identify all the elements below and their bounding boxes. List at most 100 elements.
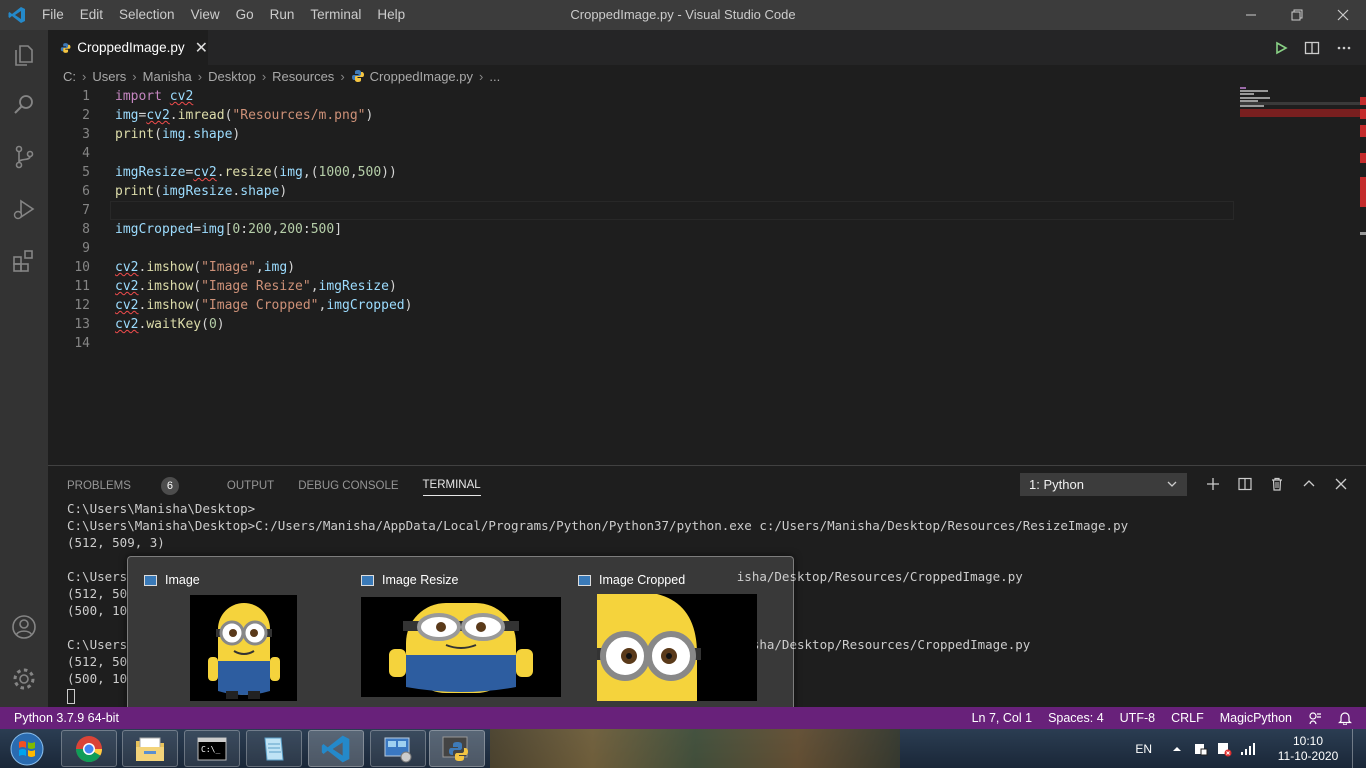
- tab-problems[interactable]: PROBLEMS 6: [67, 476, 203, 495]
- tab-close-icon[interactable]: ✕: [195, 38, 208, 58]
- breadcrumb-item[interactable]: Manisha: [143, 69, 192, 84]
- code-line[interactable]: 2 img=cv2.imread("Resources/m.png"): [48, 106, 1238, 125]
- extensions-icon[interactable]: [0, 237, 48, 285]
- code-line[interactable]: 12 cv2.imshow("Image Cropped",imgCropped): [48, 296, 1238, 315]
- new-terminal-icon[interactable]: [1203, 474, 1222, 493]
- language-mode[interactable]: MagicPython: [1220, 711, 1292, 725]
- menu-edit[interactable]: Edit: [72, 0, 111, 30]
- indentation[interactable]: Spaces: 4: [1048, 711, 1104, 725]
- breadcrumb-item[interactable]: C:: [63, 69, 76, 84]
- close-panel-icon[interactable]: [1331, 474, 1350, 493]
- overview-ruler[interactable]: [1360, 97, 1366, 242]
- feedback-icon[interactable]: [1308, 711, 1322, 725]
- thumbnail-image-cropped[interactable]: Image Cropped: [578, 557, 778, 717]
- files-icon[interactable]: [0, 30, 48, 78]
- window-icon: [361, 574, 374, 586]
- show-desktop-button[interactable]: [1352, 729, 1366, 768]
- code-line[interactable]: 1 import cv2: [48, 87, 1238, 106]
- code-editor[interactable]: 1 import cv2 2 img=cv2.imread("Resources/m.…: [48, 87, 1366, 465]
- code-line[interactable]: 7: [48, 201, 1238, 220]
- code-line[interactable]: 10 cv2.imshow("Image",img): [48, 258, 1238, 277]
- menu-selection[interactable]: Selection: [111, 0, 183, 30]
- menu-run[interactable]: Run: [262, 0, 303, 30]
- trash-icon[interactable]: [1267, 474, 1286, 493]
- minion-image-icon: [190, 595, 297, 701]
- editor-tabs-bar: CroppedImage.py ✕: [48, 30, 1366, 65]
- tab-terminal[interactable]: TERMINAL: [422, 479, 481, 496]
- code-line[interactable]: 13 cv2.waitKey(0): [48, 315, 1238, 334]
- thumbnail-title: Image: [165, 573, 200, 587]
- tab-debug-console[interactable]: DEBUG CONSOLE: [298, 480, 398, 492]
- restore-icon[interactable]: [1274, 0, 1320, 30]
- clock[interactable]: 10:10 11-10-2020: [1270, 734, 1346, 764]
- show-hidden-icons-icon[interactable]: [1172, 744, 1182, 754]
- split-editor-icon[interactable]: [1304, 40, 1320, 56]
- cursor-position[interactable]: Ln 7, Col 1: [972, 711, 1032, 725]
- code-text: cv2.imshow("Image",img): [115, 260, 296, 275]
- terminal-select[interactable]: 1: Python: [1020, 473, 1187, 496]
- python-interpreter[interactable]: Python 3.7.9 64-bit: [14, 707, 119, 729]
- thumbnail-image-resize[interactable]: Image Resize: [361, 557, 566, 717]
- system-tray: EN 10:10 11-10-2020: [1135, 729, 1366, 768]
- status-bar: Python 3.7.9 64-bit Ln 7, Col 1 Spaces: …: [0, 707, 1366, 729]
- search-icon[interactable]: [0, 80, 48, 128]
- line-number: 4: [82, 146, 90, 161]
- breadcrumb-item[interactable]: ...: [489, 69, 500, 84]
- line-number: 1: [82, 89, 90, 104]
- tab-output[interactable]: OUTPUT: [227, 480, 274, 492]
- menu-help[interactable]: Help: [369, 0, 413, 30]
- file-explorer-taskbar-icon[interactable]: [122, 730, 178, 767]
- python-taskbar-icon[interactable]: [429, 730, 485, 767]
- start-button-icon[interactable]: [4, 730, 50, 767]
- source-control-icon[interactable]: [0, 133, 48, 181]
- vscode-taskbar-icon[interactable]: [308, 730, 364, 767]
- code-line[interactable]: 11 cv2.imshow("Image Resize",imgResize): [48, 277, 1238, 296]
- settings-gear-icon[interactable]: [0, 655, 48, 703]
- breadcrumb-item[interactable]: Resources: [272, 69, 334, 84]
- chevron-right-icon: ›: [197, 68, 203, 84]
- code-line[interactable]: 6 print(imgResize.shape): [48, 182, 1238, 201]
- split-terminal-icon[interactable]: [1235, 474, 1254, 493]
- tab-croppedimage[interactable]: CroppedImage.py ✕: [48, 30, 208, 65]
- minimize-icon[interactable]: [1228, 0, 1274, 30]
- menu-view[interactable]: View: [183, 0, 228, 30]
- account-icon[interactable]: [0, 603, 48, 651]
- tab-problems-label: PROBLEMS: [67, 479, 131, 492]
- end-of-line[interactable]: CRLF: [1171, 711, 1204, 725]
- notepad-taskbar-icon[interactable]: [246, 730, 302, 767]
- menu-file[interactable]: File: [34, 0, 72, 30]
- signal-strength-icon[interactable]: [1240, 742, 1256, 756]
- code-line[interactable]: 8 imgCropped=img[0:200,200:500]: [48, 220, 1238, 239]
- command-prompt-taskbar-icon[interactable]: C:\_: [184, 730, 240, 767]
- minimap[interactable]: [1240, 87, 1360, 117]
- line-number: 8: [82, 222, 90, 237]
- thumbnail-image[interactable]: Image: [144, 557, 344, 717]
- network-error-icon[interactable]: [1216, 741, 1232, 757]
- vscode-logo-icon[interactable]: [0, 0, 34, 30]
- action-center-flag-icon[interactable]: [1192, 741, 1208, 757]
- run-debug-icon[interactable]: [0, 185, 48, 233]
- close-window-icon[interactable]: [1320, 0, 1366, 30]
- code-line[interactable]: 5 imgResize=cv2.resize(img,(1000,500)): [48, 163, 1238, 182]
- encoding[interactable]: UTF-8: [1120, 711, 1155, 725]
- menu-terminal[interactable]: Terminal: [302, 0, 369, 30]
- run-file-icon[interactable]: [1274, 41, 1288, 55]
- more-actions-icon[interactable]: [1336, 40, 1352, 56]
- code-line[interactable]: 4: [48, 144, 1238, 163]
- chrome-taskbar-icon[interactable]: [61, 730, 117, 767]
- notifications-bell-icon[interactable]: [1338, 711, 1352, 725]
- code-line[interactable]: 9: [48, 239, 1238, 258]
- code-line[interactable]: 3 print(img.shape): [48, 125, 1238, 144]
- tab-label: CroppedImage.py: [77, 40, 185, 55]
- maximize-panel-icon[interactable]: [1299, 474, 1318, 493]
- thumbnail-title: Image Cropped: [599, 573, 686, 587]
- code-line[interactable]: 14: [48, 334, 1238, 353]
- breadcrumb-item[interactable]: CroppedImage.py: [370, 69, 473, 84]
- menu-go[interactable]: Go: [228, 0, 262, 30]
- control-panel-taskbar-icon[interactable]: [370, 730, 426, 767]
- breadcrumb-item[interactable]: Desktop: [208, 69, 256, 84]
- line-number: 5: [82, 165, 90, 180]
- code-text: cv2.imshow("Image Cropped",imgCropped): [115, 298, 413, 313]
- breadcrumb-item[interactable]: Users: [92, 69, 126, 84]
- input-language[interactable]: EN: [1135, 742, 1152, 756]
